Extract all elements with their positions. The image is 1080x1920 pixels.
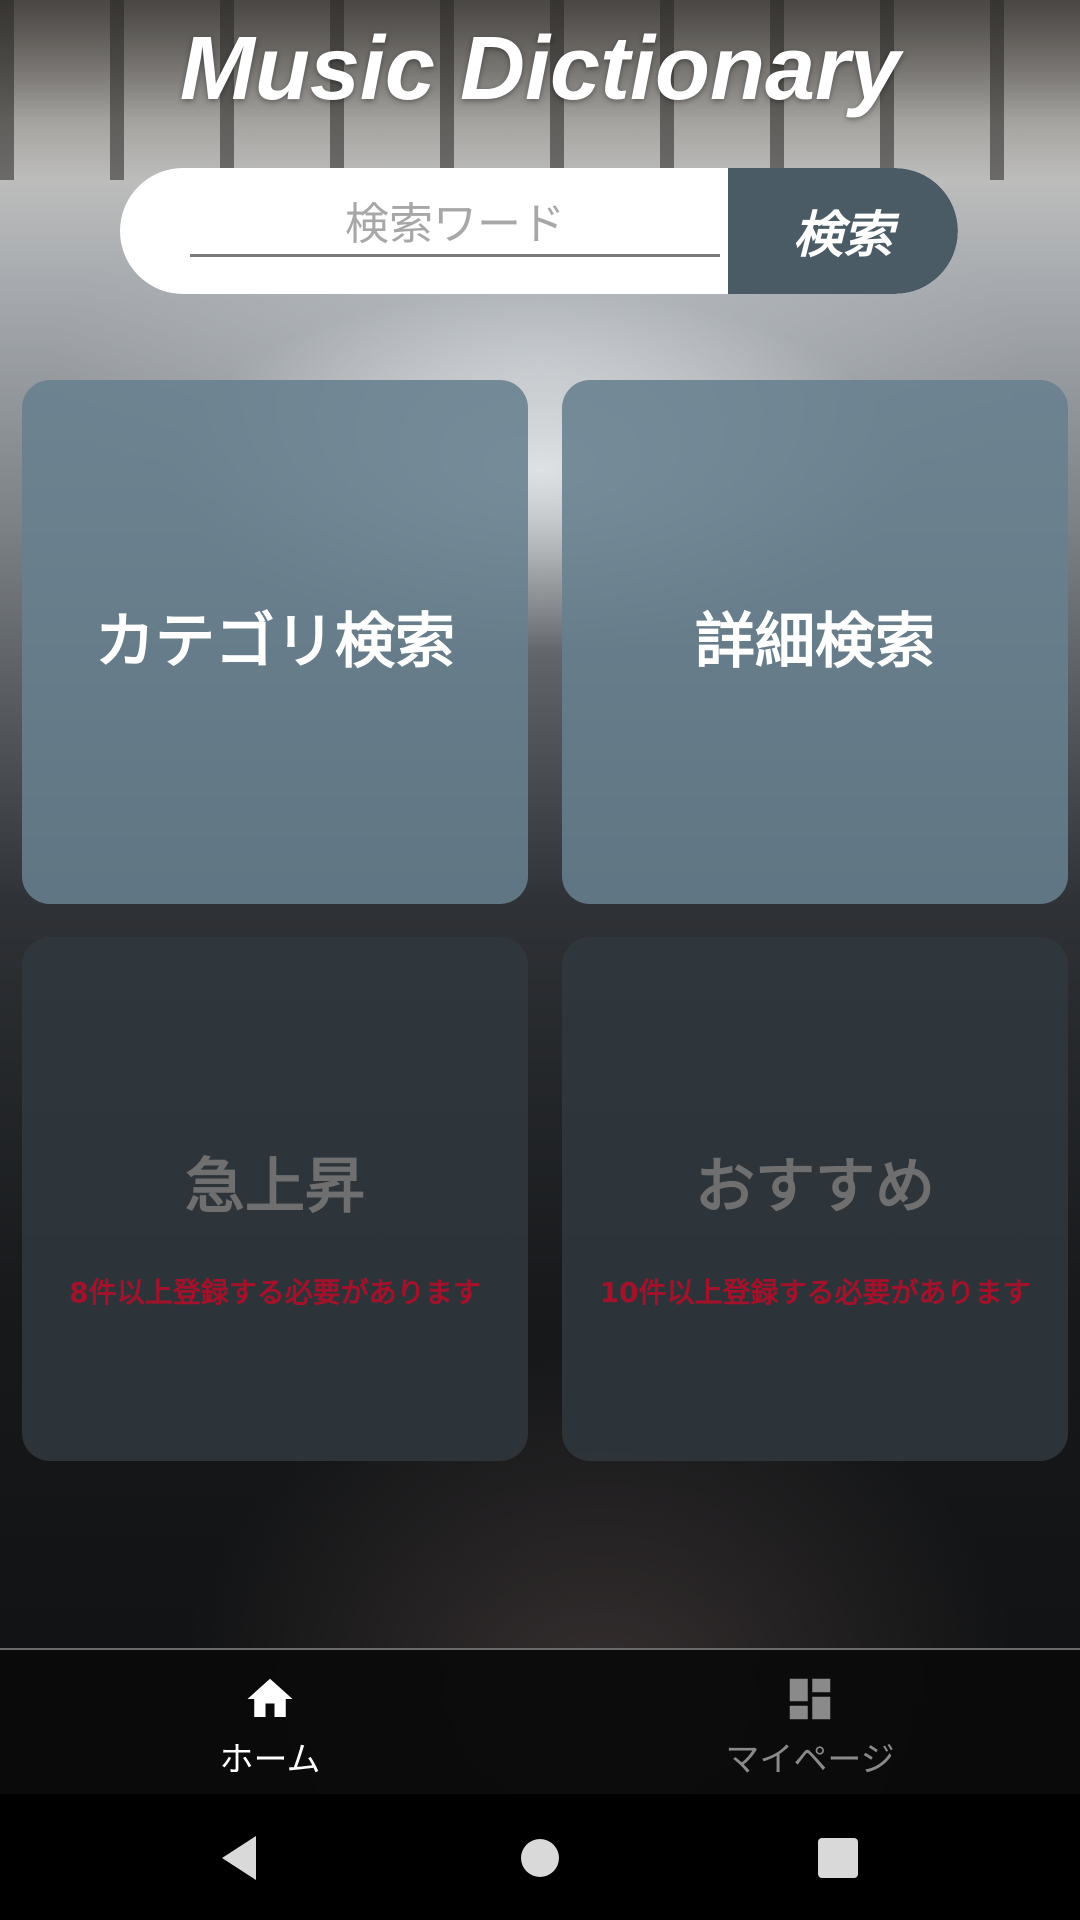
nav-mypage-tab[interactable]: マイページ [540, 1650, 1080, 1796]
bottom-navigation: ホーム マイページ [0, 1648, 1080, 1796]
recents-square-icon[interactable] [808, 1828, 868, 1888]
home-circle-icon[interactable] [510, 1828, 570, 1888]
dashboard-icon [789, 1678, 831, 1720]
nav-mypage-label: マイページ [725, 1740, 895, 1780]
category-search-tile[interactable]: カテゴリ検索 [22, 380, 528, 904]
nav-home-tab[interactable]: ホーム [0, 1650, 540, 1796]
search-button[interactable]: 検索 [728, 168, 958, 294]
recommend-requirement-note: 10件以上登録する必要があります [599, 1276, 1031, 1309]
app-title: Music Dictionary [179, 19, 901, 119]
trending-requirement-note: 8件以上登録する必要があります [69, 1276, 481, 1309]
system-navigation-bar [0, 1794, 1080, 1920]
search-bar: 検索 [120, 168, 958, 294]
detail-search-label: 詳細検索 [695, 607, 935, 677]
back-triangle-icon[interactable] [210, 1828, 270, 1888]
search-input[interactable] [190, 194, 720, 257]
detail-search-tile[interactable]: 詳細検索 [562, 380, 1068, 904]
home-icon [247, 1678, 293, 1717]
nav-home-label: ホーム [219, 1740, 321, 1780]
recommend-tile: おすすめ 10件以上登録する必要があります [562, 937, 1068, 1461]
category-search-label: カテゴリ検索 [95, 607, 455, 677]
recommend-label: おすすめ [695, 1152, 935, 1222]
trending-tile: 急上昇 8件以上登録する必要があります [22, 937, 528, 1461]
trending-label: 急上昇 [185, 1152, 365, 1222]
